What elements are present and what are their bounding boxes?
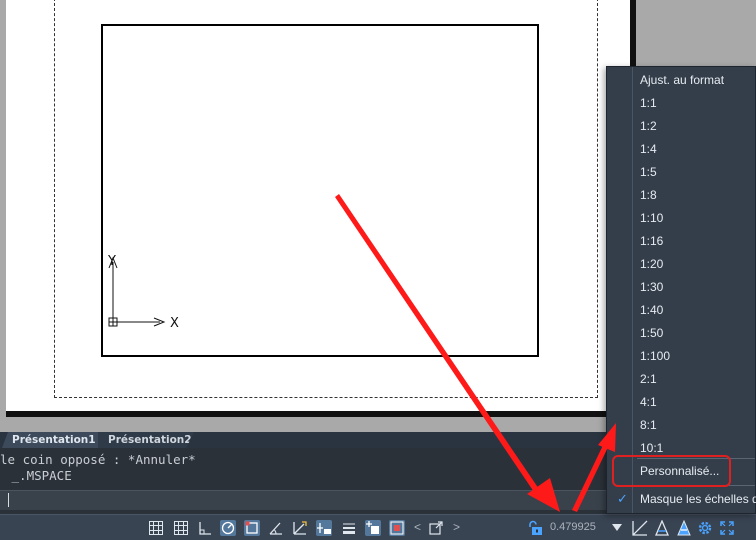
ucs-y-label: Y: [107, 254, 116, 269]
auto-scale-icon[interactable]: [676, 520, 692, 536]
menu-item-scale[interactable]: 1:4: [607, 138, 756, 161]
menu-item-scale[interactable]: 1:100: [607, 345, 756, 368]
polar-tracking-icon[interactable]: [220, 520, 236, 536]
transparency-icon[interactable]: [365, 520, 381, 536]
menu-item-scale[interactable]: 4:1: [607, 391, 756, 414]
menu-item-scale[interactable]: 2:1: [607, 368, 756, 391]
snap-grid-icon[interactable]: [173, 520, 189, 536]
menu-item-scale[interactable]: 1:20: [607, 253, 756, 276]
command-window: le coin opposé : *Annuler* _.MSPACE: [0, 448, 607, 514]
snap-angle-icon[interactable]: [268, 520, 284, 536]
command-input[interactable]: [0, 490, 607, 510]
annotation-visibility-icon[interactable]: [654, 520, 670, 536]
menu-item-scale[interactable]: 8:1: [607, 414, 756, 437]
annotation-scale-icon[interactable]: [632, 520, 648, 536]
menu-item-fit-to-format[interactable]: Ajust. au format: [607, 69, 756, 92]
menu-item-scale[interactable]: 1:5: [607, 161, 756, 184]
menu-item-scale[interactable]: 1:1: [607, 92, 756, 115]
viewport-scale-menu: Ajust. au format 1:1 1:2 1:4 1:5 1:8 1:1…: [606, 66, 756, 514]
menu-item-scale[interactable]: 1:50: [607, 322, 756, 345]
menu-item-scale[interactable]: 1:16: [607, 230, 756, 253]
tab-presentation1[interactable]: Présentation1: [2, 432, 98, 448]
menu-item-scale[interactable]: 1:40: [607, 299, 756, 322]
grid-icon[interactable]: [148, 520, 164, 536]
menu-item-scale[interactable]: 1:30: [607, 276, 756, 299]
menu-item-scale[interactable]: 1:2: [607, 115, 756, 138]
chevron-down-icon[interactable]: [611, 523, 623, 533]
next-arrow[interactable]: >: [453, 520, 460, 534]
menu-item-scale[interactable]: 1:8: [607, 184, 756, 207]
custom-scale-highlight: [612, 455, 731, 487]
text-caret: [8, 493, 9, 507]
fullscreen-icon[interactable]: [719, 520, 735, 536]
dynamic-input-icon[interactable]: [316, 520, 332, 536]
previous-arrow[interactable]: <: [414, 520, 421, 534]
menu-item-scale[interactable]: 1:10: [607, 207, 756, 230]
viewport-lock-icon[interactable]: [526, 520, 544, 536]
ucs-icon: Y X: [107, 254, 179, 331]
lineweight-icon[interactable]: [341, 520, 357, 536]
object-snap-icon[interactable]: [244, 520, 260, 536]
menu-item-hide-xref-scales[interactable]: Masque les échelles de: [607, 488, 756, 511]
dynamic-ucs-icon[interactable]: [292, 520, 308, 536]
annotation-monitor-icon[interactable]: [428, 520, 444, 536]
workspace-gear-icon[interactable]: [697, 520, 713, 536]
layout-tab-bar: Présentation1 Présentation2: [0, 432, 607, 448]
tab-presentation2[interactable]: Présentation2: [98, 432, 194, 448]
viewport-scale-value[interactable]: 0.479925: [550, 521, 596, 533]
selection-cycling-icon[interactable]: [389, 520, 405, 536]
status-bar: < > 0.479925: [0, 514, 756, 540]
command-history-line: _.MSPACE: [4, 468, 72, 483]
ortho-icon[interactable]: [197, 520, 213, 536]
ucs-x-label: X: [170, 316, 179, 331]
command-history-line: le coin opposé : *Annuler*: [0, 452, 196, 467]
